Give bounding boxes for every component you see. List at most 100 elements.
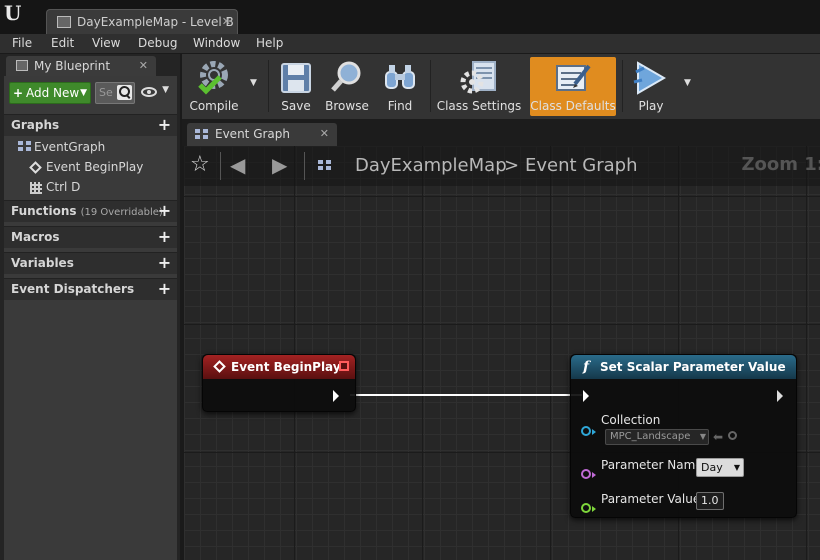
- use-selected-arrow-icon[interactable]: ⬅: [713, 430, 723, 444]
- event-beginplay-node[interactable]: Event BeginPlay: [202, 354, 356, 412]
- unreal-logo-icon: U: [4, 1, 22, 25]
- menu-file[interactable]: File: [12, 36, 32, 50]
- tree-item-eventgraph[interactable]: EventGraph: [18, 140, 105, 154]
- close-icon[interactable]: ✕: [222, 10, 231, 34]
- chevron-down-icon[interactable]: ▼: [250, 78, 257, 88]
- class-settings-label: Class Settings: [436, 99, 522, 113]
- add-macro-button[interactable]: +: [157, 229, 172, 245]
- section-variables[interactable]: Variables +: [4, 252, 177, 274]
- browse-button[interactable]: Browse: [322, 57, 372, 116]
- save-icon: [281, 63, 311, 93]
- chevron-down-icon[interactable]: ▼: [684, 78, 691, 88]
- graph-canvas[interactable]: ☆ ◀ ▶ DayExampleMap > Event Graph Zoom 1…: [184, 146, 820, 560]
- menu-view[interactable]: View: [92, 36, 120, 50]
- tree-item-ctrl-d[interactable]: Ctrl D: [30, 180, 80, 194]
- section-variables-label: Variables: [11, 256, 74, 270]
- forward-arrow-icon[interactable]: ▶: [272, 153, 287, 177]
- section-graphs[interactable]: Graphs +: [4, 114, 177, 136]
- add-graph-button[interactable]: +: [157, 117, 172, 133]
- close-icon[interactable]: ✕: [320, 123, 329, 145]
- parameter-value-pin[interactable]: [581, 503, 591, 513]
- collection-value: MPC_Landscape: [610, 431, 691, 442]
- class-settings-button[interactable]: Class Settings: [436, 57, 522, 116]
- delegate-pin-icon[interactable]: [339, 361, 349, 371]
- add-new-button[interactable]: + Add New ▼: [9, 82, 91, 104]
- chevron-down-icon: ▼: [80, 88, 87, 98]
- save-button[interactable]: Save: [274, 57, 318, 116]
- parameter-value-input[interactable]: 1.0: [696, 492, 724, 510]
- parameter-name-dropdown[interactable]: Day ▼: [696, 458, 744, 477]
- menu-help[interactable]: Help: [256, 36, 283, 50]
- blueprint-icon: [16, 60, 28, 71]
- add-variable-button[interactable]: +: [157, 255, 172, 271]
- set-scalar-parameter-node[interactable]: f Set Scalar Parameter Value Collection …: [570, 354, 797, 518]
- pin-arrow-icon: [592, 506, 596, 512]
- save-label: Save: [281, 99, 311, 113]
- graph-icon: [195, 129, 209, 140]
- play-button[interactable]: Play: [628, 57, 674, 116]
- class-defaults-button[interactable]: Class Defaults: [530, 57, 616, 116]
- chevron-down-icon: ▼: [162, 85, 169, 95]
- add-function-button[interactable]: +: [157, 203, 172, 219]
- title-bar: U DayExampleMap - Level B ✕: [0, 0, 820, 34]
- tab-event-graph[interactable]: Event Graph ✕: [187, 123, 337, 146]
- graph-icon: [18, 141, 32, 152]
- node-title: Set Scalar Parameter Value: [600, 360, 786, 374]
- pin-arrow-icon: [592, 429, 596, 435]
- exec-output-pin[interactable]: [777, 390, 783, 402]
- chevron-down-icon: ▼: [733, 463, 740, 472]
- section-macros-label: Macros: [11, 230, 60, 244]
- my-blueprint-tab-label: My Blueprint: [34, 59, 111, 73]
- toolbar: Compile ▼ Save Browse Find Class Setting…: [182, 54, 820, 120]
- parameter-name-pin[interactable]: [581, 469, 591, 479]
- menu-bar: File Edit View Debug Window Help: [0, 34, 820, 54]
- browse-label: Browse: [325, 99, 369, 113]
- star-icon[interactable]: ☆: [190, 152, 210, 177]
- menu-window[interactable]: Window: [193, 36, 240, 50]
- browse-asset-icon[interactable]: [728, 431, 737, 440]
- section-macros[interactable]: Macros +: [4, 226, 177, 248]
- search-input[interactable]: Se: [95, 82, 135, 104]
- exec-input-pin[interactable]: [583, 390, 589, 402]
- parameter-name-label: Parameter Name: [601, 458, 703, 472]
- my-blueprint-tab[interactable]: My Blueprint ✕: [6, 56, 156, 76]
- exec-output-pin[interactable]: [333, 390, 339, 402]
- breadcrumb-separator: >: [504, 155, 520, 176]
- collection-label: Collection: [601, 413, 661, 427]
- search-icon[interactable]: [117, 85, 132, 100]
- find-button[interactable]: Find: [378, 57, 422, 116]
- view-options-button[interactable]: ▼: [139, 82, 171, 104]
- parameter-name-value: Day: [701, 461, 723, 474]
- tree-item-begin-play[interactable]: Event BeginPlay: [29, 160, 144, 174]
- add-new-label: Add New: [26, 86, 80, 100]
- close-icon[interactable]: ✕: [139, 56, 148, 76]
- input-key-icon: [30, 182, 42, 194]
- compile-label: Compile: [189, 99, 239, 113]
- binoculars-icon: [385, 65, 415, 89]
- tree-item-label: EventGraph: [34, 140, 106, 154]
- section-event-dispatchers[interactable]: Event Dispatchers +: [4, 278, 177, 300]
- add-event-dispatcher-button[interactable]: +: [157, 281, 172, 297]
- tree-item-label: Event BeginPlay: [46, 160, 144, 174]
- breadcrumb-current[interactable]: Event Graph: [525, 155, 638, 176]
- back-arrow-icon[interactable]: ◀: [230, 153, 245, 177]
- document-tab[interactable]: DayExampleMap - Level B ✕: [46, 9, 238, 34]
- node-title: Event BeginPlay: [231, 360, 341, 374]
- collection-pin[interactable]: [581, 426, 591, 436]
- nav-divider: [304, 152, 305, 180]
- browse-icon: [331, 61, 361, 92]
- menu-debug[interactable]: Debug: [138, 36, 177, 50]
- toolbar-divider: [622, 60, 623, 112]
- menu-edit[interactable]: Edit: [51, 36, 74, 50]
- search-placeholder: Se: [99, 86, 113, 99]
- section-functions-note: (19 Overridable): [80, 207, 163, 218]
- toolbar-divider: [430, 60, 431, 112]
- toolbar-divider: [268, 60, 269, 112]
- breadcrumb-root[interactable]: DayExampleMap: [355, 155, 507, 176]
- document-tab-label: DayExampleMap - Level B: [77, 15, 234, 29]
- play-label: Play: [638, 99, 664, 113]
- section-functions[interactable]: Functions (19 Overridable) +: [4, 200, 177, 222]
- compile-button[interactable]: Compile: [184, 57, 244, 116]
- collection-dropdown[interactable]: MPC_Landscape ▼: [605, 429, 709, 445]
- zoom-level: Zoom 1:: [741, 154, 820, 175]
